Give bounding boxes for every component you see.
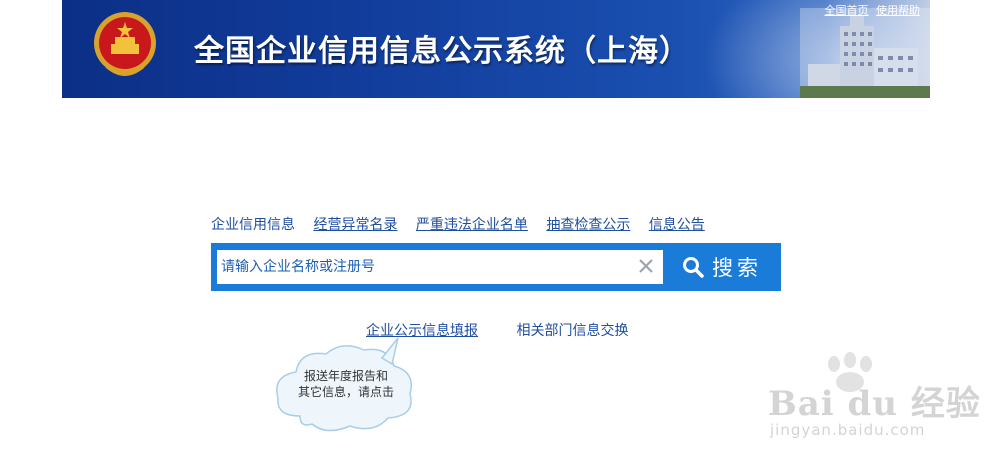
watermark-brand: Bai du 经验 [768, 384, 981, 424]
search-input[interactable] [217, 250, 631, 284]
search-button-label: 搜索 [712, 256, 762, 280]
tooltip-text: 报送年度报告和 其它信息，请点击 [288, 368, 404, 400]
tab-serious-violation[interactable]: 严重违法企业名单 [416, 217, 528, 233]
search-input-wrap [217, 250, 663, 284]
clear-icon[interactable] [637, 257, 655, 275]
help-link[interactable]: 使用帮助 [876, 4, 920, 17]
header-banner: 全国企业信用信息公示系统（上海） 全国首页 使用帮助 [62, 0, 930, 98]
home-link[interactable]: 全国首页 [825, 4, 869, 17]
top-links: 全国首页 使用帮助 [821, 2, 921, 18]
tab-enterprise-credit[interactable]: 企业信用信息 [211, 217, 295, 233]
tab-abnormal-list[interactable]: 经营异常名录 [313, 217, 397, 233]
national-emblem-icon [94, 12, 156, 76]
nav-tabs: 企业信用信息 经营异常名录 严重违法企业名单 抽查检查公示 信息公告 [211, 214, 719, 234]
tooltip-line-2: 其它信息，请点击 [297, 385, 394, 399]
tab-announcement[interactable]: 信息公告 [649, 217, 705, 233]
search-button[interactable]: 搜索 [663, 243, 781, 291]
search-bar: 搜索 [211, 243, 781, 291]
tab-spot-check[interactable]: 抽查检查公示 [546, 217, 630, 233]
site-title: 全国企业信用信息公示系统（上海） [194, 34, 690, 69]
search-icon [683, 257, 704, 278]
watermark-url: jingyan.baidu.com [770, 421, 926, 439]
building-illustration-icon [800, 8, 930, 98]
info-exchange-link[interactable]: 相关部门信息交换 [516, 323, 628, 339]
tooltip-line-1: 报送年度报告和 [303, 369, 388, 383]
